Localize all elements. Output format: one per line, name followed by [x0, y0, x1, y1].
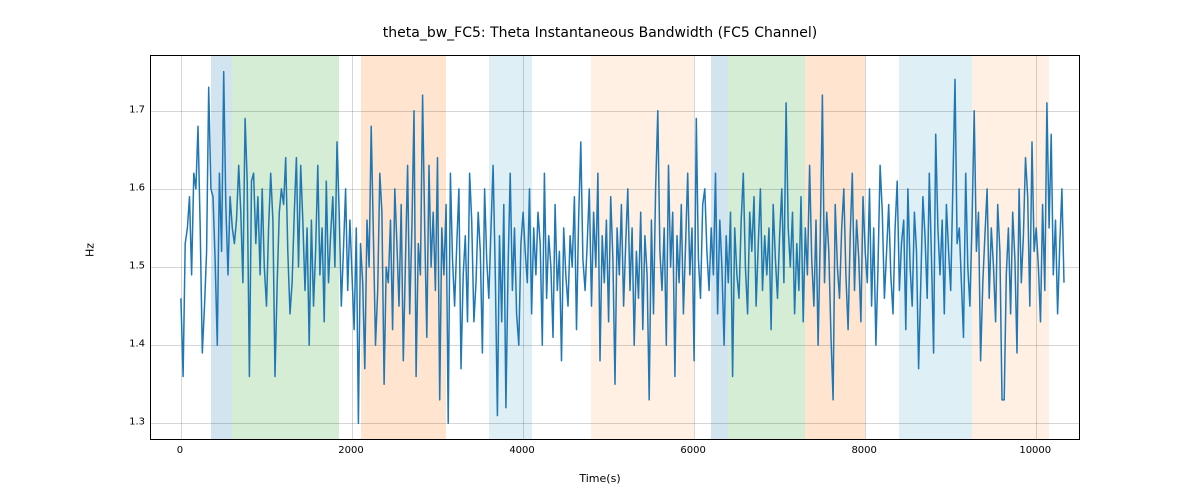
series-line: [151, 56, 1079, 439]
chart-root: theta_bw_FC5: Theta Instantaneous Bandwi…: [0, 0, 1200, 500]
x-tick-label: 8000: [851, 445, 876, 456]
x-axis-label: Time(s): [0, 472, 1200, 485]
x-tick-label: 4000: [509, 445, 534, 456]
y-tick-label: 1.7: [105, 104, 145, 115]
y-tick-label: 1.6: [105, 182, 145, 193]
y-tick-label: 1.3: [105, 417, 145, 428]
x-tick-label: 10000: [1019, 445, 1051, 456]
chart-title: theta_bw_FC5: Theta Instantaneous Bandwi…: [0, 25, 1200, 41]
y-tick-label: 1.5: [105, 261, 145, 272]
y-tick-label: 1.4: [105, 339, 145, 350]
x-tick-label: 0: [177, 445, 183, 456]
x-tick-label: 6000: [680, 445, 705, 456]
y-axis-label: Hz: [84, 243, 97, 257]
x-tick-label: 2000: [338, 445, 363, 456]
plot-area: [150, 55, 1080, 440]
